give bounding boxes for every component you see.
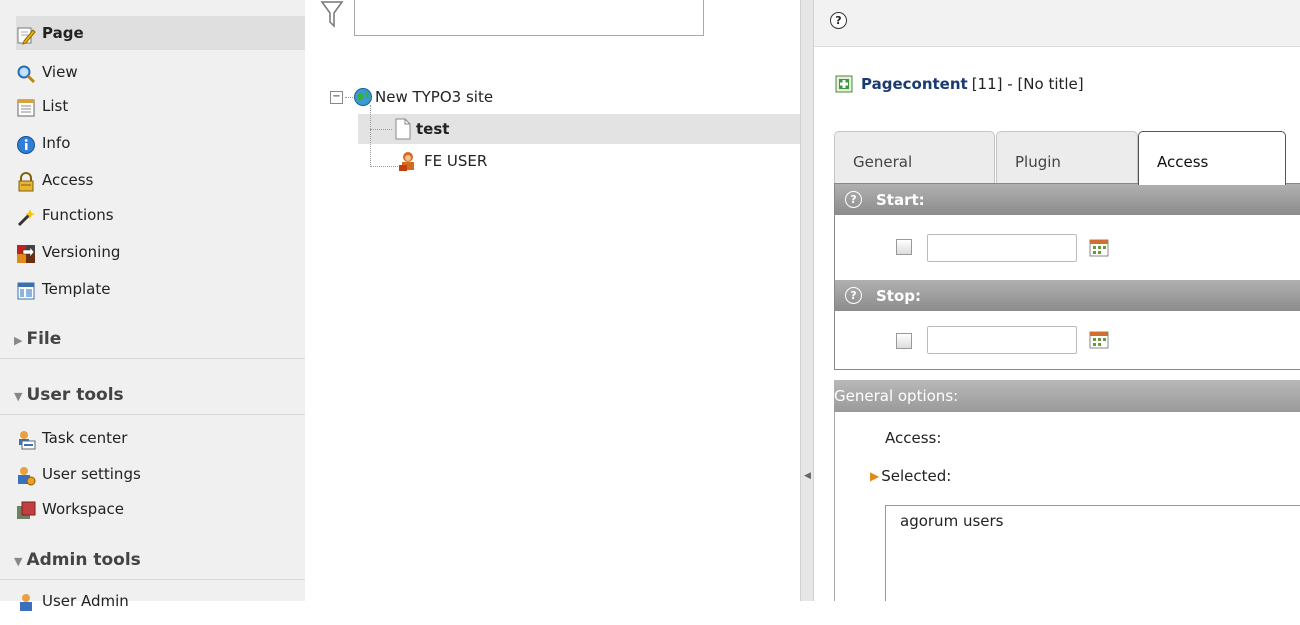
tree-connector bbox=[370, 105, 371, 167]
group-file[interactable]: ▶ File bbox=[0, 319, 305, 359]
template-icon bbox=[16, 279, 36, 300]
tree-node-root[interactable]: − New TYPO3 site bbox=[330, 82, 493, 112]
module-label: User Admin bbox=[42, 592, 129, 610]
general-options-header: General options: bbox=[834, 380, 1300, 412]
start-label: Start: bbox=[876, 190, 925, 209]
record-title: Pagecontent [11] - [No title] bbox=[835, 72, 1084, 96]
user-settings-icon bbox=[16, 464, 36, 486]
module-menu: Page View List Info Access Functions Ver… bbox=[0, 0, 305, 611]
module-label: Versioning bbox=[42, 243, 121, 261]
list-icon bbox=[16, 96, 36, 117]
page-edit-icon bbox=[16, 23, 36, 45]
tree-node-label: test bbox=[416, 120, 450, 138]
tree-connector bbox=[370, 166, 400, 167]
module-label: Page bbox=[42, 24, 84, 42]
module-info[interactable]: Info bbox=[16, 126, 70, 160]
globe-icon bbox=[353, 87, 373, 107]
stop-label: Stop: bbox=[876, 286, 922, 305]
stop-date-input[interactable] bbox=[927, 326, 1077, 354]
module-view[interactable]: View bbox=[16, 55, 78, 89]
selected-groups-list[interactable]: agorum users bbox=[885, 505, 1300, 601]
module-label: Task center bbox=[42, 429, 128, 447]
module-workspace[interactable]: Workspace bbox=[16, 492, 124, 526]
collapse-left-icon[interactable]: ◀ bbox=[804, 471, 811, 481]
module-list[interactable]: List bbox=[16, 89, 68, 123]
panel-splitter[interactable] bbox=[800, 0, 814, 601]
tree-connector bbox=[345, 96, 353, 98]
tab-label: Plugin bbox=[1015, 153, 1061, 171]
module-label: Workspace bbox=[42, 500, 124, 518]
module-template[interactable]: Template bbox=[16, 272, 110, 306]
record-title-type: Pagecontent bbox=[861, 75, 968, 93]
module-label: List bbox=[42, 97, 69, 115]
help-icon[interactable]: ? bbox=[830, 12, 847, 29]
padlock-icon bbox=[16, 170, 36, 192]
module-label: User settings bbox=[42, 465, 141, 483]
tab-label: Access bbox=[1157, 153, 1209, 171]
tab-access[interactable]: Access bbox=[1138, 131, 1286, 185]
start-date-input[interactable] bbox=[927, 234, 1077, 262]
tab-plugin[interactable]: Plugin bbox=[996, 131, 1138, 185]
module-user-admin[interactable]: User Admin bbox=[16, 584, 129, 618]
collapse-icon[interactable]: − bbox=[330, 90, 343, 104]
record-title-detail: [11] - [No title] bbox=[971, 75, 1084, 93]
list-item[interactable]: agorum users bbox=[900, 512, 1286, 530]
help-icon[interactable]: ? bbox=[845, 287, 862, 304]
module-label: Functions bbox=[42, 206, 114, 224]
tree-filter-input[interactable] bbox=[354, 0, 704, 36]
module-label: Info bbox=[42, 134, 71, 152]
module-label: Access bbox=[42, 171, 94, 189]
workspace-icon bbox=[16, 499, 36, 519]
access-label: Access: bbox=[885, 429, 942, 447]
start-section-header: ? Start: bbox=[835, 184, 1300, 215]
stop-checkbox[interactable] bbox=[896, 333, 912, 349]
module-versioning[interactable]: Versioning bbox=[16, 235, 120, 269]
general-options-title: General options: bbox=[834, 387, 959, 405]
group-label: Admin tools bbox=[26, 550, 141, 570]
tab-general[interactable]: General bbox=[834, 131, 995, 185]
module-access[interactable]: Access bbox=[16, 163, 93, 197]
help-icon[interactable]: ? bbox=[845, 191, 862, 208]
selected-label: Selected: bbox=[881, 467, 952, 485]
task-center-icon bbox=[16, 428, 36, 450]
group-user-tools[interactable]: ▼ User tools bbox=[0, 375, 305, 415]
content-element-icon bbox=[835, 75, 853, 93]
module-user-settings[interactable]: User settings bbox=[16, 457, 141, 491]
start-checkbox[interactable] bbox=[896, 239, 912, 255]
module-label: View bbox=[42, 63, 78, 81]
triangle-down-icon: ▼ bbox=[14, 555, 23, 568]
module-task-center[interactable]: Task center bbox=[16, 421, 127, 455]
triangle-right-icon: ▶ bbox=[870, 469, 880, 483]
filter-icon[interactable] bbox=[320, 0, 344, 30]
group-admin-tools[interactable]: ▼ Admin tools bbox=[0, 540, 305, 580]
versioning-icon bbox=[16, 242, 36, 263]
wand-icon bbox=[16, 205, 36, 227]
fe-user-folder-icon bbox=[398, 150, 418, 172]
doc-header: ? bbox=[814, 0, 1300, 47]
group-label: User tools bbox=[26, 385, 124, 405]
calendar-icon[interactable] bbox=[1089, 331, 1109, 349]
stop-section-header: ? Stop: bbox=[835, 280, 1300, 311]
triangle-right-icon: ▶ bbox=[14, 334, 23, 347]
tree-node-label: New TYPO3 site bbox=[375, 88, 494, 106]
module-label: Template bbox=[42, 280, 111, 298]
triangle-down-icon: ▼ bbox=[14, 390, 23, 403]
tree-connector bbox=[370, 129, 392, 130]
calendar-icon[interactable] bbox=[1089, 239, 1109, 257]
group-label: File bbox=[26, 329, 62, 349]
info-icon bbox=[16, 133, 36, 154]
selected-row: ▶ Selected: bbox=[870, 467, 951, 485]
page-icon bbox=[394, 118, 412, 140]
tree-node-fe-user[interactable]: FE USER bbox=[398, 146, 487, 176]
tree-node-label: FE USER bbox=[424, 152, 488, 170]
tree-node-test[interactable]: test bbox=[394, 114, 449, 144]
module-page[interactable]: Page bbox=[16, 16, 305, 50]
magnifier-icon bbox=[16, 62, 36, 84]
user-admin-icon bbox=[16, 591, 36, 611]
module-functions[interactable]: Functions bbox=[16, 198, 114, 232]
tab-label: General bbox=[853, 153, 913, 171]
